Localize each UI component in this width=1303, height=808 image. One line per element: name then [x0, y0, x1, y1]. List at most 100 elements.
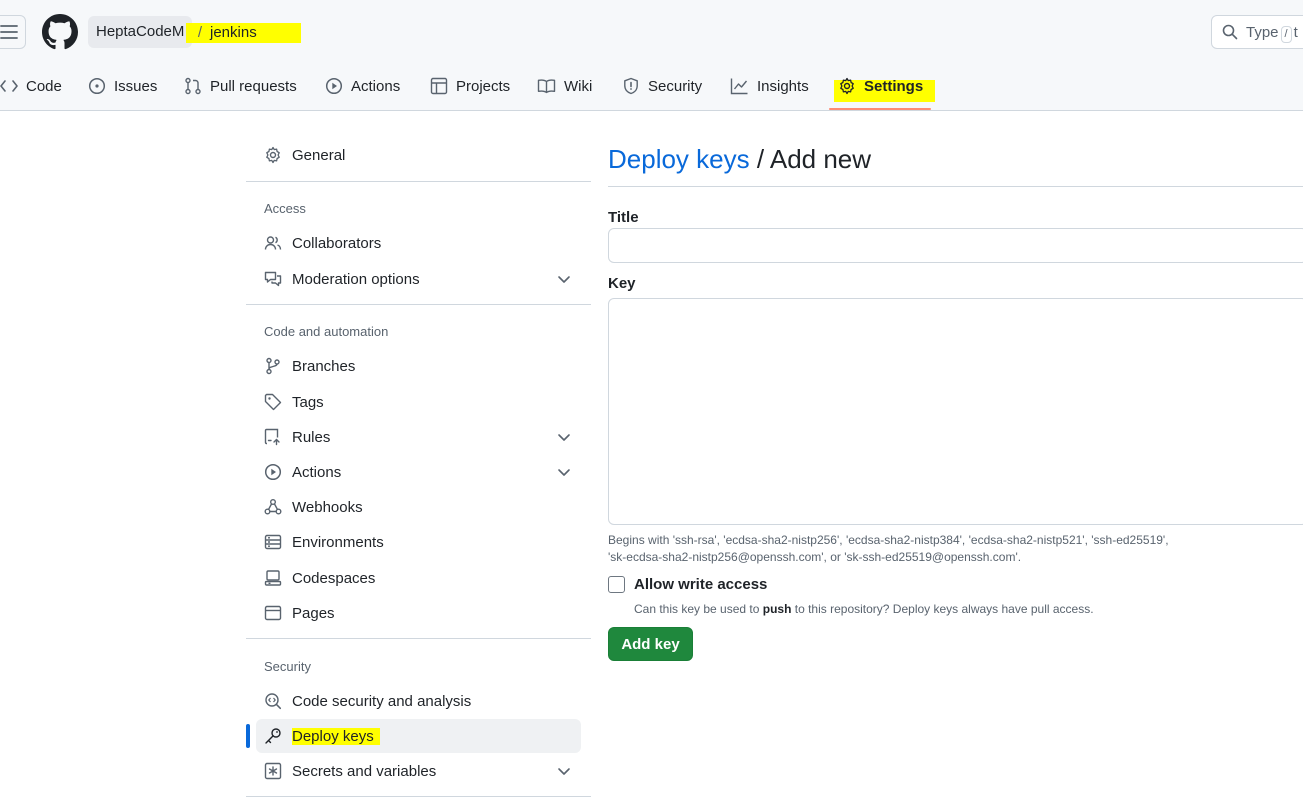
tab-insights[interactable]: Insights — [730, 70, 809, 102]
sidebar-item-actions[interactable]: Actions — [256, 455, 581, 489]
sidebar-item-label: Collaborators — [292, 234, 382, 252]
menu-button[interactable] — [0, 15, 26, 49]
sidebar-item-general[interactable]: General — [256, 138, 581, 172]
sidebar-item-secrets-and-variables[interactable]: Secrets and variables — [256, 754, 581, 788]
sidebar-item-label: Moderation options — [292, 270, 420, 288]
key-icon — [265, 728, 281, 744]
server-icon — [264, 534, 282, 550]
tab-actions[interactable]: Actions — [325, 70, 400, 102]
gear-icon — [266, 146, 280, 164]
codescan-icon — [265, 693, 282, 710]
key-label: Key — [608, 275, 636, 292]
issue-icon — [88, 77, 106, 95]
selected-tab-indicator — [829, 108, 931, 110]
tag-icon — [264, 393, 282, 411]
graph-icon — [730, 78, 748, 95]
section-heading-code-and-automation: Code and automation — [264, 324, 389, 339]
tab-label: Actions — [351, 77, 401, 95]
sidebar-item-moderation-options[interactable]: Moderation options — [256, 262, 581, 296]
tab-label: Insights — [757, 77, 809, 95]
sidebar-item-collaborators[interactable]: Collaborators — [256, 226, 581, 260]
play-icon — [264, 463, 282, 481]
sidebar-item-rules[interactable]: Rules — [256, 420, 581, 454]
tab-issues[interactable]: Issues — [88, 70, 157, 102]
sidebar-item-codespaces[interactable]: Codespaces — [256, 561, 581, 595]
tab-label: Pull requests — [210, 77, 297, 95]
sidebar-item-code-security[interactable]: Code security and analysis — [256, 684, 581, 718]
tab-label: Code — [26, 77, 62, 95]
divider — [246, 638, 591, 639]
breadcrumb-separator: / — [197, 24, 203, 41]
page-title: Deploy keys / Add new — [608, 144, 871, 175]
tab-wiki[interactable]: Wiki — [537, 70, 592, 102]
divider — [246, 796, 591, 797]
tab-code[interactable]: Code — [0, 70, 62, 102]
search-placeholder: Type / t — [1246, 24, 1298, 43]
sidebar-item-label: Codespaces — [292, 569, 376, 587]
sidebar-item-label: Actions — [292, 463, 342, 481]
tab-label: Wiki — [564, 77, 593, 95]
tab-label: Settings — [864, 77, 924, 95]
divider — [246, 304, 591, 305]
git-branch-icon — [266, 357, 280, 375]
search-shortcut-key: / — [1280, 26, 1292, 43]
title-field[interactable] — [608, 228, 1303, 263]
repo-breadcrumb[interactable]: jenkins — [210, 23, 297, 43]
deploy-keys-link[interactable]: Deploy keys — [608, 144, 750, 174]
divider — [608, 186, 1303, 187]
allow-write-access-label[interactable]: Allow write access — [634, 576, 767, 593]
asterisk-icon — [264, 762, 282, 780]
shield-icon — [624, 77, 638, 95]
divider — [246, 181, 591, 182]
title-label: Title — [608, 209, 639, 226]
active-item-indicator — [246, 724, 250, 748]
sidebar-item-label: Branches — [292, 357, 356, 375]
add-key-button[interactable]: Add key — [608, 627, 693, 661]
sidebar-item-branches[interactable]: Branches — [256, 349, 581, 383]
key-hint-line: 'sk-ecdsa-sha2-nistp256@openssh.com', or… — [608, 550, 1022, 564]
chevron-down-icon — [558, 434, 570, 441]
sidebar-item-label: Webhooks — [292, 498, 363, 516]
sidebar-item-label: Tags — [292, 393, 324, 411]
hamburger-icon — [0, 25, 18, 39]
webhook-icon — [264, 499, 282, 515]
owner-breadcrumb[interactable]: HeptaCodeM — [88, 16, 193, 48]
sidebar-item-tags[interactable]: Tags — [256, 385, 581, 419]
sidebar-item-label: Deploy keys — [292, 727, 380, 745]
repo-header: HeptaCodeM / jenkins Type / t Code Issues … — [0, 0, 1303, 111]
book-icon — [537, 79, 556, 94]
repo-push-icon — [264, 428, 280, 446]
sidebar-item-label: General — [292, 146, 346, 164]
sidebar-item-webhooks[interactable]: Webhooks — [256, 490, 581, 524]
github-logo-icon[interactable] — [42, 14, 78, 50]
comment-discussion-icon — [264, 271, 282, 287]
key-hint-line: Begins with 'ssh-rsa', 'ecdsa-sha2-nistp… — [608, 533, 1169, 547]
sidebar-item-label: Environments — [292, 533, 384, 551]
section-heading-security: Security — [264, 659, 311, 674]
sidebar-item-label: Secrets and variables — [292, 762, 437, 780]
people-icon — [264, 236, 282, 250]
code-icon — [0, 80, 18, 92]
tab-label: Projects — [456, 77, 511, 95]
codespaces-icon — [264, 570, 282, 586]
chevron-down-icon — [558, 276, 570, 283]
sidebar-item-deploy-keys[interactable]: Deploy keys — [256, 719, 581, 753]
play-icon — [325, 77, 343, 95]
search-icon — [1222, 24, 1238, 40]
tab-settings[interactable]: Settings — [838, 70, 923, 102]
tab-pull-requests[interactable]: Pull requests — [184, 70, 297, 102]
chevron-down-icon — [558, 768, 570, 775]
allow-write-access-checkbox[interactable] — [608, 576, 625, 593]
sidebar-item-pages[interactable]: Pages — [256, 596, 581, 630]
tab-label: Security — [648, 77, 703, 95]
sidebar-item-label: Rules — [292, 428, 331, 446]
tab-label: Issues — [114, 77, 158, 95]
table-icon — [430, 77, 448, 95]
tab-security[interactable]: Security — [622, 70, 702, 102]
search-input[interactable]: Type / t — [1211, 15, 1303, 49]
sidebar-item-label: Code security and analysis — [292, 692, 472, 710]
sidebar-item-environments[interactable]: Environments — [256, 525, 581, 559]
tab-projects[interactable]: Projects — [430, 70, 510, 102]
write-access-hint: Can this key be used to push to this rep… — [634, 602, 1094, 616]
key-field[interactable] — [608, 298, 1303, 525]
